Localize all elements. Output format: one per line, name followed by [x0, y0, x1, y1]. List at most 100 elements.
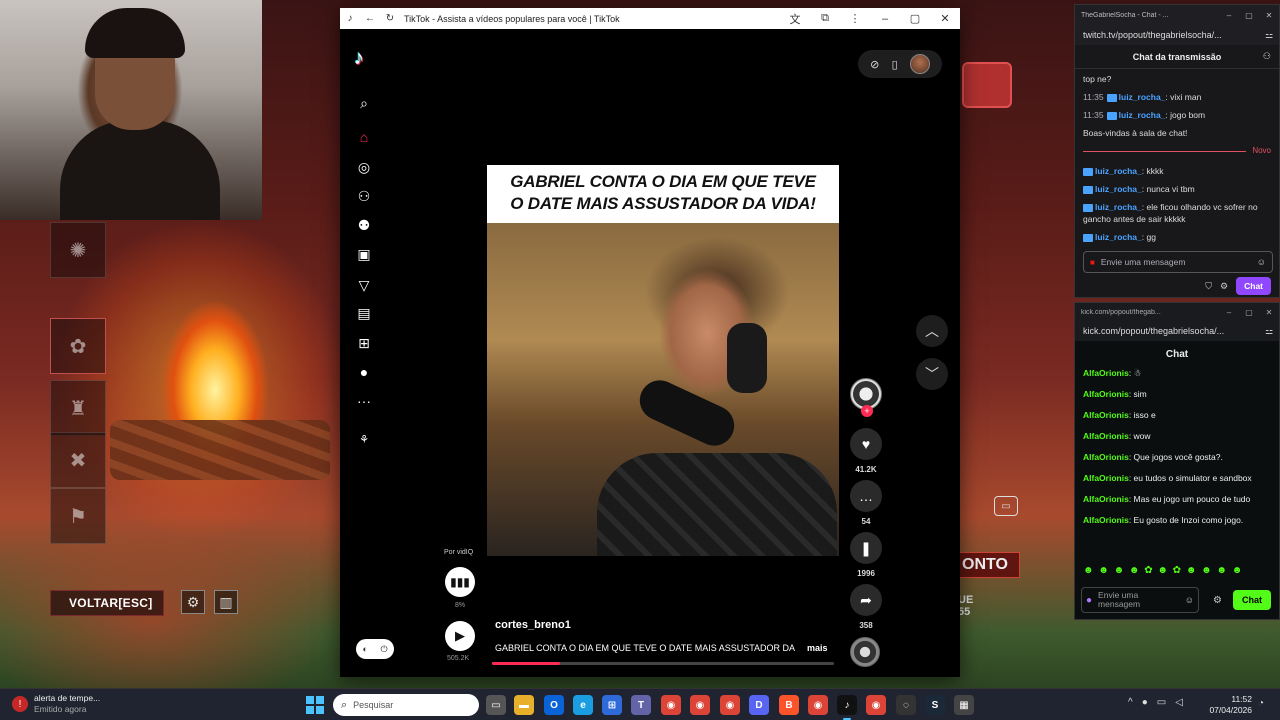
tiktok-logo-icon[interactable]: ♪ [354, 47, 364, 70]
minimize-button[interactable]: – [1219, 11, 1239, 20]
video-player[interactable]: GABRIEL CONTA O DIA EM QUE TEVE O DATE M… [487, 165, 839, 556]
settings-icon[interactable]: ⚙ [181, 590, 205, 614]
start-button[interactable] [306, 696, 324, 714]
device-icon[interactable]: ▯ [892, 58, 898, 71]
kick-titlebar: kick.com/popout/thegab... – ▢ ✕ [1075, 303, 1279, 321]
share-group: ➦ 358 [846, 584, 886, 630]
gear-icon[interactable]: ⚙ [1220, 281, 1228, 292]
minimize-button[interactable]: – [870, 13, 900, 25]
back-button[interactable]: VOLTAR [ESC] [50, 590, 164, 616]
teams-icon[interactable]: T [631, 695, 651, 715]
edge-icon[interactable]: e [573, 695, 593, 715]
chrome-icon[interactable]: ◉ [661, 695, 681, 715]
kick-url-bar[interactable]: kick.com/popout/thegabrielsocha/... ⚍ [1075, 321, 1279, 341]
shield-icon[interactable]: ⛉ [1205, 281, 1212, 292]
translate-icon[interactable]: 文 [780, 11, 810, 27]
emote-bar[interactable]: ☻ ☻ ☻ ☻ ✿ ☻ ✿ ☻ ☻ ☻ ☻ [1083, 565, 1273, 576]
share-button[interactable]: ➦ [850, 584, 882, 616]
home-icon[interactable]: ⌂ [352, 125, 376, 149]
emote-icon[interactable]: ☺ [1185, 595, 1194, 605]
account-avatar[interactable] [909, 54, 930, 74]
notification-bell-icon[interactable]: ◔ [1258, 698, 1264, 709]
weather-alert[interactable]: ! alerta de tempe... Emitido agora [12, 693, 100, 715]
next-video-button[interactable]: ﹀ [916, 358, 948, 390]
explore-icon[interactable]: ◎ [352, 155, 376, 179]
messages-icon[interactable]: ▽ [352, 273, 376, 297]
outlook-icon[interactable]: O [544, 695, 564, 715]
app-toggle[interactable]: ◐ ⏻ [356, 639, 394, 659]
like-button[interactable]: ♥ [850, 428, 882, 460]
file-explorer-icon[interactable]: ▬ [514, 695, 534, 715]
tiktok-icon[interactable]: ♪ [837, 695, 857, 720]
comment-button[interactable]: … [850, 480, 882, 512]
kick-chat-button[interactable]: Chat [1233, 590, 1271, 610]
vidiq-stats-button[interactable]: ▮▮▮ [445, 567, 475, 597]
creator-avatar[interactable]: + [850, 378, 882, 417]
back-icon[interactable]: ← [360, 13, 380, 24]
maximize-button[interactable]: ▢ [1239, 308, 1259, 317]
mic-icon[interactable]: ● [1142, 697, 1148, 708]
following-icon[interactable]: ⚇ [352, 184, 376, 208]
chrome-icon[interactable]: ◉ [690, 695, 710, 715]
taskbar-clock[interactable]: 11:52 07/04/2026 [1206, 694, 1252, 716]
activity-icon[interactable]: ▤ [352, 301, 376, 325]
stats-icon[interactable]: ▥ [214, 590, 238, 614]
steam-icon[interactable]: S [925, 695, 945, 715]
twitch-chat-window: TheGabrielSocha - Chat - ... – ▢ ✕ twitc… [1074, 4, 1280, 298]
network-icon[interactable]: ▭ [1157, 697, 1166, 708]
reload-icon[interactable]: ↻ [380, 13, 400, 24]
twitch-url-bar[interactable]: twitch.tv/popout/thegabrielsocha/... ⚍ [1075, 25, 1279, 45]
volume-icon[interactable]: ◁ [1175, 697, 1183, 708]
maximize-button[interactable]: ▢ [900, 12, 930, 25]
chevron-up-icon[interactable]: ^ [1128, 697, 1133, 708]
extensions-icon[interactable]: ⧉ [810, 12, 840, 25]
bookmark-button[interactable]: ❚ [850, 532, 882, 564]
follow-plus-icon[interactable]: + [861, 405, 873, 417]
kick-message-input[interactable]: ● Envie uma mensagem ☺ [1081, 587, 1199, 613]
play-button[interactable]: ▶ [445, 621, 475, 651]
close-button[interactable]: ✕ [1259, 308, 1279, 317]
creator-name[interactable]: cortes_breno1 [495, 619, 571, 631]
tiktok-top-controls: ⊘ ▯ [858, 50, 942, 78]
mode-icon[interactable]: ⊘ [870, 58, 879, 71]
chat-message: top ne? [1083, 74, 1112, 84]
store-icon[interactable]: ⊞ [602, 695, 622, 715]
close-button[interactable]: ✕ [1259, 11, 1279, 20]
kick-message-list: AlfaOrionis: ☃ AlfaOrionis: sim AlfaOrio… [1075, 367, 1279, 526]
discord-icon[interactable]: D [749, 695, 769, 715]
video-progress-bar[interactable] [492, 662, 834, 665]
profile-icon[interactable]: ● [352, 360, 376, 384]
welcome-message: Boas-vindas à sala de chat! [1083, 128, 1188, 138]
gear-icon[interactable]: ⚙ [1213, 595, 1222, 606]
users-icon[interactable]: ⚇ [1263, 51, 1271, 62]
minimize-button[interactable]: – [1219, 308, 1239, 317]
task-view-icon[interactable]: ▭ [486, 695, 506, 715]
brave-icon[interactable]: B [779, 695, 799, 715]
live-icon[interactable]: ▣ [352, 242, 376, 266]
maximize-button[interactable]: ▢ [1239, 11, 1259, 20]
sound-disc-icon[interactable] [850, 637, 880, 667]
chrome-icon[interactable]: ◉ [866, 695, 886, 715]
taskbar-search[interactable]: ⌕ Pesquisar [333, 694, 479, 716]
chrome-icon[interactable]: ◉ [808, 695, 828, 715]
twitch-message-input[interactable]: ■ Envie uma mensagem ☺ [1083, 251, 1273, 273]
previous-video-button[interactable]: ︿ [916, 315, 948, 347]
twitch-chat-button[interactable]: Chat [1236, 277, 1271, 295]
obs-icon[interactable]: ◌ [896, 695, 916, 715]
more-link[interactable]: mais [807, 643, 828, 653]
more-icon[interactable]: ··· [352, 389, 376, 413]
menu-icon[interactable]: ⋮ [840, 12, 870, 25]
emote-icon[interactable]: ☺ [1257, 257, 1266, 267]
close-button[interactable]: ✕ [930, 12, 960, 25]
search-icon[interactable]: ⌕ [352, 91, 376, 115]
friends-icon[interactable]: ⚉ [352, 213, 376, 237]
twitch-bottom-bar: ⛉ ⚙ Chat [1205, 277, 1271, 295]
emote-icon: ☃ [1133, 368, 1142, 378]
perk-icon: ✖ [50, 432, 106, 488]
chat-message: AlfaOrionis: eu tudos o simulator e sand… [1083, 473, 1252, 483]
chrome-icon[interactable]: ◉ [720, 695, 740, 715]
upload-icon[interactable]: ⊞ [352, 331, 376, 355]
bookmark-group: ❚ 1996 [846, 532, 886, 578]
game-icon[interactable]: ▦ [954, 695, 974, 715]
tiktok-sidebar: ♪ ⌕ ⌂ ◎ ⚇ ⚉ ▣ ▽ ▤ ⊞ ● ··· ⚘ [340, 29, 388, 677]
